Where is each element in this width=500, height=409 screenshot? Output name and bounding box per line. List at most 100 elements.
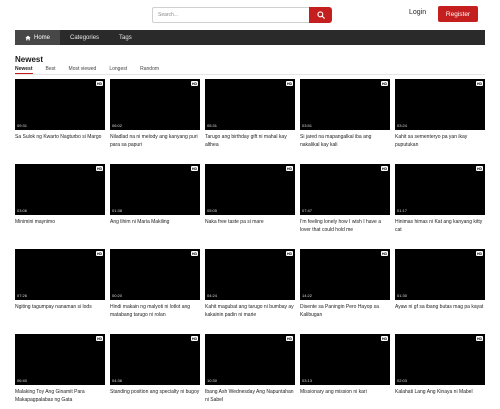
video-thumbnail[interactable]: HD 01:17 — [395, 164, 485, 215]
video-thumbnail[interactable]: HD 01:38 — [110, 164, 200, 215]
video-duration: 00:20 — [112, 293, 123, 298]
sort-tab-random[interactable]: Random — [140, 66, 159, 74]
video-title[interactable]: Disente sa Paningin Pero Hayop sa Kalibu… — [300, 303, 390, 319]
video-card[interactable]: HD 03:51 Si jared na mapangalkal iba ang n… — [300, 79, 390, 164]
video-title[interactable]: Ang lihim ni Maria Makiling — [110, 218, 200, 226]
video-thumbnail[interactable]: HD 10:30 — [205, 334, 295, 385]
hd-badge: HD — [190, 81, 198, 86]
hd-badge: HD — [380, 251, 388, 256]
video-card[interactable]: HD 03:06 Minimini maynimo — [15, 164, 105, 249]
video-title[interactable]: Tarugo ang birthday gift ni mahal kay al… — [205, 133, 295, 149]
video-thumbnail[interactable]: HD 03:51 — [300, 79, 390, 130]
video-thumbnail[interactable]: HD 04:24 — [205, 249, 295, 300]
video-card[interactable]: HD 02:03 Kalahati Lang Ang Kinaya ni Mabel — [395, 334, 485, 409]
video-title[interactable]: Hindi makain ng malyoti ni lotlot ang ma… — [110, 303, 200, 319]
sort-tab-newest[interactable]: Newest — [15, 66, 33, 74]
search-input[interactable] — [152, 7, 309, 23]
hd-badge: HD — [380, 166, 388, 171]
nav-item-home[interactable]: Home — [15, 30, 61, 45]
video-title[interactable]: Missionary ang mission ni kari — [300, 388, 390, 396]
nav-item-label: Tags — [119, 34, 132, 41]
hd-badge: HD — [95, 336, 103, 341]
video-title[interactable]: Kalahati Lang Ang Kinaya ni Mabel — [395, 388, 485, 396]
login-link[interactable]: Login — [409, 9, 426, 16]
hd-badge: HD — [475, 336, 483, 341]
video-duration: 01:30 — [397, 293, 408, 298]
video-duration: 09:31 — [17, 123, 28, 128]
video-duration: 03:13 — [302, 378, 313, 383]
video-thumbnail[interactable]: HD 05:05 — [205, 164, 295, 215]
video-title[interactable]: Ngiting tagumpay nanaman si lods — [15, 303, 105, 311]
sort-tab-best[interactable]: Best — [46, 66, 56, 74]
video-card[interactable]: HD 01:17 Hinimas himas ni Kat ang kanyang … — [395, 164, 485, 249]
video-duration: 03:24 — [397, 123, 408, 128]
video-thumbnail[interactable]: HD 01:30 — [395, 249, 485, 300]
nav-item-tags[interactable]: Tags — [109, 30, 142, 45]
nav-item-categories[interactable]: Categories — [60, 30, 109, 45]
home-icon — [25, 35, 31, 41]
video-duration: 04:24 — [207, 293, 218, 298]
hd-badge: HD — [475, 251, 483, 256]
video-card[interactable]: HD 04:36 Standing position ang specialty n… — [110, 334, 200, 409]
search-bar — [152, 7, 332, 23]
video-title[interactable]: Kahit sa sementeryo pa yan ikay puputuka… — [395, 133, 485, 149]
video-card[interactable]: HD 05:31 Tarugo ang birthday gift ni mahal… — [205, 79, 295, 164]
video-card[interactable]: HD 10:30 Ibang Ash Wednesday Ang Napuntaha… — [205, 334, 295, 409]
video-title[interactable]: Malaking Toy Ang Ginamit Para Makapagpal… — [15, 388, 105, 404]
video-thumbnail[interactable]: HD 02:03 — [395, 334, 485, 385]
video-card[interactable]: HD 07:26 Ngiting tagumpay nanaman si lods — [15, 249, 105, 334]
video-duration: 01:38 — [112, 208, 123, 213]
video-card[interactable]: HD 06:40 Malaking Toy Ang Ginamit Para Mak… — [15, 334, 105, 409]
video-thumbnail[interactable]: HD 14:22 — [300, 249, 390, 300]
video-title[interactable]: Naka free taste pa si mare — [205, 218, 295, 226]
video-card[interactable]: HD 01:38 Ang lihim ni Maria Makiling — [110, 164, 200, 249]
video-card[interactable]: HD 01:30 Ayaw ni gf sa ibang butas mag pa … — [395, 249, 485, 334]
video-thumbnail[interactable]: HD 03:24 — [395, 79, 485, 130]
video-title[interactable]: Ayaw ni gf sa ibang butas mag pa kayat — [395, 303, 485, 311]
video-thumbnail[interactable]: HD 06:02 — [110, 79, 200, 130]
video-thumbnail[interactable]: HD 07:26 — [15, 249, 105, 300]
video-thumbnail[interactable]: HD 04:36 — [110, 334, 200, 385]
search-icon — [316, 11, 325, 19]
video-thumbnail[interactable]: HD 06:40 — [15, 334, 105, 385]
video-thumbnail[interactable]: HD 05:31 — [205, 79, 295, 130]
video-card[interactable]: HD 03:24 Kahit sa sementeryo pa yan ikay p… — [395, 79, 485, 164]
video-title[interactable]: Si jared na mapangalkal iba ang nakalika… — [300, 133, 390, 149]
nav-item-label: Home — [34, 34, 51, 41]
video-title[interactable]: Kahit magubat ang tarugo ni bumbay ay ka… — [205, 303, 295, 319]
nav-item-label: Categories — [70, 34, 100, 41]
hd-badge: HD — [285, 166, 293, 171]
video-title[interactable]: Niladlad na ni melody ang kanyang puri p… — [110, 133, 200, 149]
video-card[interactable]: HD 05:05 Naka free taste pa si mare — [205, 164, 295, 249]
search-button[interactable] — [309, 7, 332, 23]
register-button[interactable]: Register — [438, 6, 478, 22]
video-card[interactable]: HD 09:31 Sa Sulok ng Kwarto Nagturbo si Ma… — [15, 79, 105, 164]
video-card[interactable]: HD 04:24 Kahit magubat ang tarugo ni bumba… — [205, 249, 295, 334]
video-thumbnail[interactable]: HD 03:06 — [15, 164, 105, 215]
video-duration: 10:30 — [207, 378, 218, 383]
video-duration: 07:26 — [17, 293, 28, 298]
video-title[interactable]: Minimini maynimo — [15, 218, 105, 226]
video-duration: 06:40 — [17, 378, 28, 383]
video-card[interactable]: HD 00:20 Hindi makain ng malyoti ni lotlot… — [110, 249, 200, 334]
video-card[interactable]: HD 06:02 Niladlad na ni melody ang kanyang… — [110, 79, 200, 164]
video-thumbnail[interactable]: HD 09:31 — [15, 79, 105, 130]
hd-badge: HD — [190, 166, 198, 171]
video-thumbnail[interactable]: HD 03:13 — [300, 334, 390, 385]
video-card[interactable]: HD 07:47 I'm feeling lonely how I wish I h… — [300, 164, 390, 249]
video-duration: 02:03 — [397, 378, 408, 383]
video-thumbnail[interactable]: HD 00:20 — [110, 249, 200, 300]
sort-tab-longest[interactable]: Longest — [109, 66, 127, 74]
hd-badge: HD — [285, 81, 293, 86]
video-title[interactable]: Ibang Ash Wednesday Ang Napuntahan ni Sa… — [205, 388, 295, 404]
video-title[interactable]: I'm feeling lonely how I wish I have a l… — [300, 218, 390, 234]
sort-tab-most-viewed[interactable]: Most viewed — [69, 66, 97, 74]
video-thumbnail[interactable]: HD 07:47 — [300, 164, 390, 215]
video-title[interactable]: Standing position ang specialty ni bugoy — [110, 388, 200, 396]
video-card[interactable]: HD 14:22 Disente sa Paningin Pero Hayop sa… — [300, 249, 390, 334]
video-duration: 01:17 — [397, 208, 408, 213]
video-title[interactable]: Sa Sulok ng Kwarto Nagturbo si Margo — [15, 133, 105, 141]
video-card[interactable]: HD 03:13 Missionary ang mission ni kari — [300, 334, 390, 409]
video-duration: 07:47 — [302, 208, 313, 213]
video-title[interactable]: Hinimas himas ni Kat ang kanyang kitty c… — [395, 218, 485, 234]
